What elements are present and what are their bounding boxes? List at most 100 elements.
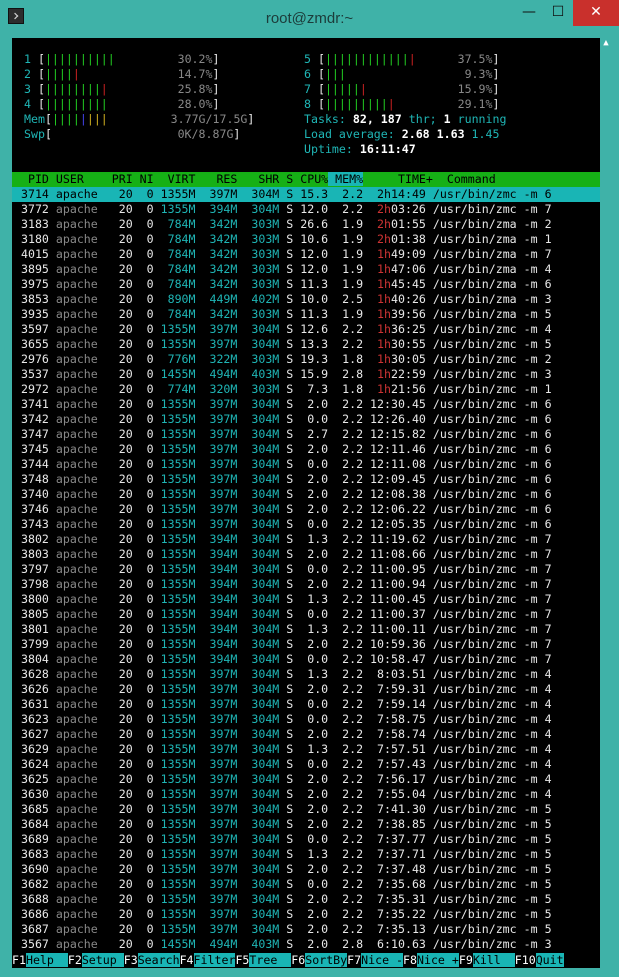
nice: 0 (132, 577, 154, 591)
fkey-label-f4[interactable]: Filter (193, 953, 236, 967)
close-button[interactable]: ✕ (573, 0, 619, 26)
process-row[interactable]: 3743 apache 20 0 1355M 397M 304M S 0.0 2… (14, 517, 552, 532)
time: 7:41.30 (363, 802, 426, 816)
column-header-s[interactable]: S (279, 172, 293, 186)
process-row[interactable]: 3740 apache 20 0 1355M 397M 304M S 2.0 2… (14, 487, 552, 502)
fkey-f6[interactable]: F6 (291, 953, 306, 967)
process-row[interactable]: 3183 apache 20 0 784M 342M 303M S 26.6 1… (14, 217, 552, 232)
process-row[interactable]: 3683 apache 20 0 1355M 397M 304M S 1.3 2… (14, 847, 552, 862)
fkey-f4[interactable]: F4 (179, 953, 194, 967)
title-bar[interactable]: root@zmdr:~ — ☐ ✕ (0, 0, 619, 38)
process-row[interactable]: 3895 apache 20 0 784M 342M 303M S 12.0 1… (14, 262, 552, 277)
process-row[interactable]: 3714 apache 20 0 1355M 397M 304M S 15.3 … (14, 187, 552, 202)
process-row[interactable]: 3745 apache 20 0 1355M 397M 304M S 2.0 2… (14, 442, 552, 457)
column-header-ni[interactable]: NI (133, 172, 154, 186)
process-row[interactable]: 2976 apache 20 0 776M 322M 303M S 19.3 1… (14, 352, 552, 367)
process-row[interactable]: 3626 apache 20 0 1355M 397M 304M S 2.0 2… (14, 682, 552, 697)
process-row[interactable]: 3797 apache 20 0 1355M 394M 304M S 0.0 2… (14, 562, 552, 577)
fkey-label-f2[interactable]: Setup (81, 953, 124, 967)
shr: 303M (237, 247, 280, 261)
process-row[interactable]: 3975 apache 20 0 784M 342M 303M S 11.3 1… (14, 277, 552, 292)
fkey-label-f7[interactable]: Nice - (361, 953, 404, 967)
process-row[interactable]: 3802 apache 20 0 1355M 394M 304M S 1.3 2… (14, 532, 552, 547)
fkey-label-f10[interactable]: Quit (535, 953, 564, 967)
process-row[interactable]: 3687 apache 20 0 1355M 397M 304M S 2.0 2… (14, 922, 552, 937)
process-row[interactable]: 3623 apache 20 0 1355M 397M 304M S 0.0 2… (14, 712, 552, 727)
process-row[interactable]: 3805 apache 20 0 1355M 394M 304M S 0.0 2… (14, 607, 552, 622)
process-row[interactable]: 3804 apache 20 0 1355M 394M 304M S 0.0 2… (14, 652, 552, 667)
process-row[interactable]: 3799 apache 20 0 1355M 394M 304M S 2.0 2… (14, 637, 552, 652)
process-row[interactable]: 3629 apache 20 0 1355M 397M 304M S 1.3 2… (14, 742, 552, 757)
state: S (279, 847, 294, 861)
process-row[interactable]: 3746 apache 20 0 1355M 397M 304M S 2.0 2… (14, 502, 552, 517)
fkey-label-f9[interactable]: Kill (472, 953, 515, 967)
fkey-f7[interactable]: F7 (347, 953, 362, 967)
process-row[interactable]: 3682 apache 20 0 1355M 397M 304M S 0.0 2… (14, 877, 552, 892)
process-row[interactable]: 3800 apache 20 0 1355M 394M 304M S 1.3 2… (14, 592, 552, 607)
fkey-f9[interactable]: F9 (458, 953, 473, 967)
column-header-shr[interactable]: SHR (237, 172, 279, 186)
process-row[interactable]: 3747 apache 20 0 1355M 397M 304M S 2.7 2… (14, 427, 552, 442)
process-row[interactable]: 3741 apache 20 0 1355M 397M 304M S 2.0 2… (14, 397, 552, 412)
state: S (279, 817, 294, 831)
process-row[interactable]: 3744 apache 20 0 1355M 397M 304M S 0.0 2… (14, 457, 552, 472)
process-row[interactable]: 3537 apache 20 0 1455M 494M 403M S 15.9 … (14, 367, 552, 382)
fkey-f10[interactable]: F10 (514, 953, 536, 967)
column-header-time[interactable]: TIME+ (363, 172, 433, 186)
terminal-scrollbar[interactable]: ▲ (601, 38, 611, 968)
process-table-header[interactable]: PID USER PRI NI VIRT RES SHR S CPU% MEM%… (12, 172, 600, 187)
process-row[interactable]: 3772 apache 20 0 1355M 394M 304M S 12.0 … (14, 202, 552, 217)
process-row[interactable]: 3631 apache 20 0 1355M 397M 304M S 0.0 2… (14, 697, 552, 712)
cpu-percent: 1.3 (293, 742, 329, 756)
fkey-label-f6[interactable]: SortBy (305, 953, 348, 967)
fkey-label-f1[interactable]: Help (25, 953, 68, 967)
process-row[interactable]: 3690 apache 20 0 1355M 397M 304M S 2.0 2… (14, 862, 552, 877)
process-row[interactable]: 3935 apache 20 0 784M 342M 303M S 11.3 1… (14, 307, 552, 322)
minimize-button[interactable]: — (516, 0, 542, 26)
column-header-pri[interactable]: PRI (105, 172, 133, 186)
process-row[interactable]: 4015 apache 20 0 784M 342M 303M S 12.0 1… (14, 247, 552, 262)
fkey-f3[interactable]: F3 (123, 953, 138, 967)
fkey-f1[interactable]: F1 (12, 953, 26, 967)
process-row[interactable]: 3630 apache 20 0 1355M 397M 304M S 2.0 2… (14, 787, 552, 802)
fkey-f2[interactable]: F2 (67, 953, 82, 967)
fkey-f5[interactable]: F5 (235, 953, 250, 967)
process-row[interactable]: 3742 apache 20 0 1355M 397M 304M S 0.0 2… (14, 412, 552, 427)
process-row[interactable]: 3180 apache 20 0 784M 342M 303M S 10.6 1… (14, 232, 552, 247)
fkey-f8[interactable]: F8 (403, 953, 417, 967)
process-row[interactable]: 3684 apache 20 0 1355M 397M 304M S 2.0 2… (14, 817, 552, 832)
fkey-label-f8[interactable]: Nice + (416, 953, 459, 967)
state: S (279, 457, 294, 471)
process-row[interactable]: 3803 apache 20 0 1355M 394M 304M S 2.0 2… (14, 547, 552, 562)
process-row[interactable]: 3624 apache 20 0 1355M 397M 304M S 0.0 2… (14, 757, 552, 772)
process-row[interactable]: 3686 apache 20 0 1355M 397M 304M S 2.0 2… (14, 907, 552, 922)
process-row[interactable]: 3689 apache 20 0 1355M 397M 304M S 0.0 2… (14, 832, 552, 847)
column-header-command[interactable]: Command (433, 172, 496, 186)
column-header-pid[interactable]: PID (14, 172, 49, 186)
process-row[interactable]: 3748 apache 20 0 1355M 397M 304M S 2.0 2… (14, 472, 552, 487)
process-row[interactable]: 2972 apache 20 0 774M 320M 303M S 7.3 1.… (14, 382, 552, 397)
process-row[interactable]: 3567 apache 20 0 1455M 494M 403M S 2.0 2… (14, 937, 552, 952)
scroll-up-icon[interactable]: ▲ (601, 38, 611, 48)
column-header-mem[interactable]: MEM% (328, 172, 364, 186)
column-header-cpu[interactable]: CPU% (293, 172, 328, 186)
column-header-virt[interactable]: VIRT (154, 172, 196, 186)
process-row[interactable]: 3801 apache 20 0 1355M 394M 304M S 1.3 2… (14, 622, 552, 637)
column-header-res[interactable]: RES (196, 172, 237, 186)
fkey-label-f5[interactable]: Tree (249, 953, 292, 967)
fkey-label-f3[interactable]: Search (137, 953, 180, 967)
process-row[interactable]: 3798 apache 20 0 1355M 394M 304M S 2.0 2… (14, 577, 552, 592)
terminal-screen[interactable]: 1 [|||||||||| 30.2%] 2 [||||| 14.7%] 3 [||… (12, 38, 600, 968)
maximize-button[interactable]: ☐ (545, 0, 571, 26)
process-row[interactable]: 3688 apache 20 0 1355M 397M 304M S 2.0 2… (14, 892, 552, 907)
process-row[interactable]: 3597 apache 20 0 1355M 397M 304M S 12.6 … (14, 322, 552, 337)
function-key-bar[interactable]: F1Help F2Setup F3SearchF4FilterF5Tree F6… (12, 952, 600, 968)
process-row[interactable]: 3625 apache 20 0 1355M 397M 304M S 2.0 2… (14, 772, 552, 787)
process-row[interactable]: 3853 apache 20 0 890M 449M 402M S 10.0 2… (14, 292, 552, 307)
process-row[interactable]: 3628 apache 20 0 1355M 397M 304M S 1.3 2… (14, 667, 552, 682)
header-row[interactable]: PID USER PRI NI VIRT RES SHR S CPU% MEM%… (14, 172, 496, 187)
process-row[interactable]: 3627 apache 20 0 1355M 397M 304M S 2.0 2… (14, 727, 552, 742)
column-header-user[interactable]: USER (49, 172, 105, 186)
process-row[interactable]: 3655 apache 20 0 1355M 397M 304M S 13.3 … (14, 337, 552, 352)
process-row[interactable]: 3685 apache 20 0 1355M 397M 304M S 2.0 2… (14, 802, 552, 817)
